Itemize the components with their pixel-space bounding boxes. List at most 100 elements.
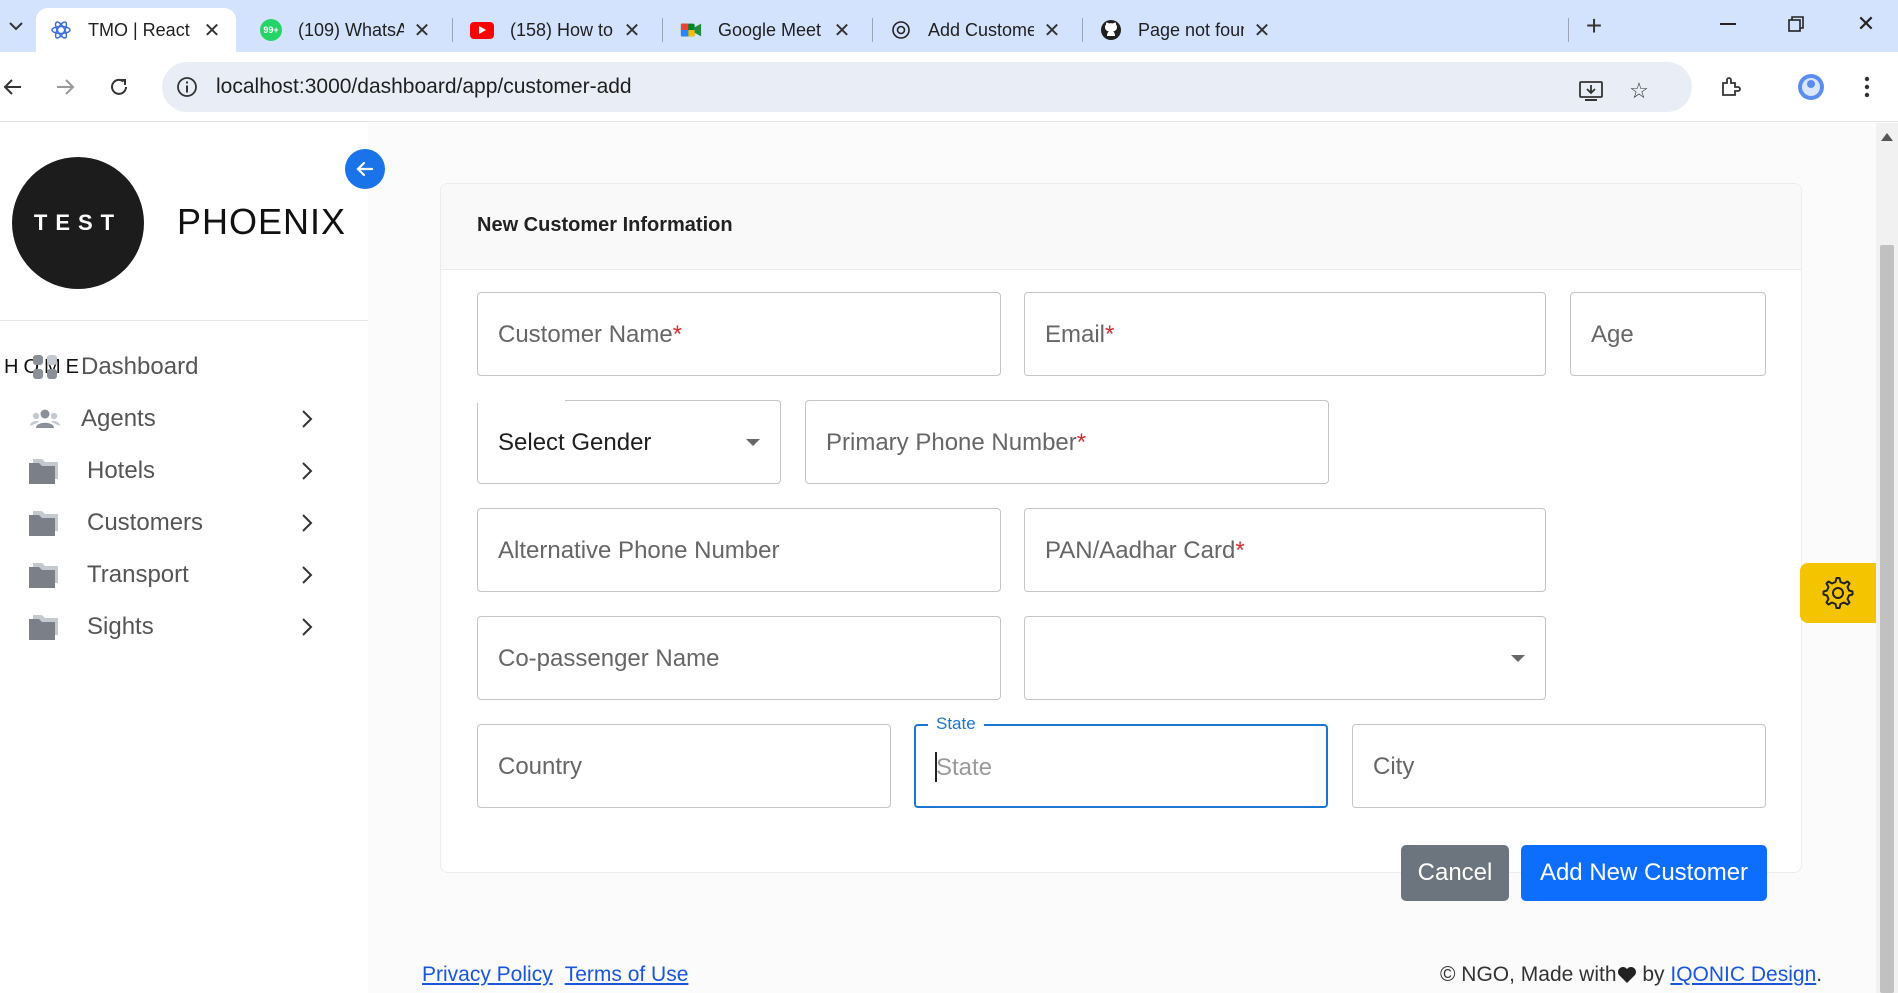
terms-of-use-link[interactable]: Terms of Use [565, 963, 689, 986]
url-text[interactable]: localhost:3000/dashboard/app/customer-ad… [216, 75, 632, 99]
cancel-button[interactable]: Cancel [1401, 845, 1509, 901]
sidebar-item-sights[interactable]: Sights [0, 601, 368, 653]
sidebar-item-hotels[interactable]: Hotels [0, 445, 368, 497]
privacy-policy-link[interactable]: Privacy Policy [422, 963, 553, 986]
state-floating-label: State [928, 714, 984, 734]
tab-separator [1082, 18, 1083, 42]
forward-icon[interactable] [48, 70, 82, 104]
reload-icon[interactable] [102, 70, 136, 104]
tab-add-customer-form[interactable]: Add Customer For ✕ [876, 8, 1076, 52]
sidebar-item-label: Sights [87, 613, 154, 640]
logo-text: TEST [33, 210, 123, 235]
folder-icon [28, 506, 62, 540]
new-tab-button[interactable]: + [1578, 10, 1610, 42]
caret-down-icon [1511, 655, 1525, 662]
country-field[interactable]: Country [477, 724, 891, 808]
iqonic-design-link[interactable]: IQONIC Design [1670, 963, 1816, 986]
age-field[interactable]: Age [1570, 292, 1766, 376]
back-icon[interactable] [0, 70, 30, 104]
install-app-icon[interactable] [1576, 76, 1606, 106]
sidebar: TEST PHOENIX HOME Dashboard Agents Hotel… [0, 123, 368, 993]
tab-separator [872, 18, 873, 42]
tab-youtube[interactable]: (158) How to Resol ✕ [456, 8, 656, 52]
gender-select[interactable]: Select Gender [477, 399, 781, 484]
sidebar-divider [0, 320, 368, 321]
bookmark-star-icon[interactable]: ☆ [1624, 76, 1654, 106]
pan-aadhar-field[interactable]: PAN/Aadhar Card* [1024, 508, 1546, 592]
restore-icon[interactable] [1776, 8, 1816, 40]
tab-title: Add Customer For [928, 19, 1034, 40]
users-icon [28, 402, 62, 436]
browser-menu-icon[interactable] [1852, 72, 1882, 102]
email-field[interactable]: Email* [1024, 292, 1546, 376]
state-placeholder: State [936, 754, 993, 781]
close-tab-icon[interactable]: ✕ [832, 18, 852, 43]
folder-icon [28, 558, 62, 592]
settings-button[interactable] [1800, 563, 1876, 623]
sidebar-item-transport[interactable]: Transport [0, 549, 368, 601]
country-placeholder: Country [498, 753, 583, 780]
close-tab-icon[interactable]: ✕ [1042, 18, 1062, 43]
close-tab-icon[interactable]: ✕ [412, 18, 432, 43]
google-meet-icon [680, 19, 702, 41]
browser-toolbar: localhost:3000/dashboard/app/customer-ad… [0, 52, 1898, 122]
grid-icon [28, 350, 62, 384]
tab-tmo-react-app[interactable]: TMO | React App R ✕ [36, 8, 236, 52]
page-viewport: TEST PHOENIX HOME Dashboard Agents Hotel… [0, 123, 1876, 993]
page-scrollbar[interactable] [1876, 123, 1898, 993]
tab-search-chevron-icon[interactable] [0, 8, 32, 44]
pan-aadhar-placeholder: PAN/Aadhar Card [1045, 537, 1236, 564]
arrow-left-icon [356, 161, 374, 177]
react-icon [50, 19, 72, 41]
youtube-icon [470, 21, 494, 39]
gender-selected-value: Select Gender [498, 429, 652, 456]
chevron-right-icon [296, 408, 318, 430]
sidebar-item-label: Customers [87, 509, 204, 536]
scrollbar-thumb[interactable] [1880, 245, 1894, 993]
tab-github[interactable]: Page not found · G ✕ [1086, 8, 1286, 52]
copassenger-name-field[interactable]: Co-passenger Name [477, 616, 1001, 700]
tab-whatsapp[interactable]: 99+ (109) WhatsApp ✕ [246, 8, 446, 52]
sidebar-collapse-button[interactable] [345, 149, 385, 189]
copyright-text: © NGO, Made with [1440, 963, 1617, 986]
add-new-customer-button[interactable]: Add New Customer [1521, 845, 1767, 901]
tab-title: (158) How to Resol [510, 19, 614, 40]
sidebar-item-agents[interactable]: Agents [0, 393, 368, 445]
logo[interactable]: TEST [12, 157, 144, 289]
tab-title: Page not found · G [1138, 19, 1244, 40]
card-header: New Customer Information [441, 184, 1801, 270]
customer-name-field[interactable]: Customer Name* [477, 292, 1001, 376]
state-field[interactable]: State State [914, 714, 1328, 808]
minimize-icon[interactable] [1708, 8, 1748, 40]
site-info-icon[interactable] [172, 72, 202, 102]
address-bar[interactable]: localhost:3000/dashboard/app/customer-ad… [162, 62, 1692, 112]
sidebar-item-customers[interactable]: Customers [0, 497, 368, 549]
extensions-icon[interactable] [1716, 72, 1746, 102]
whatsapp-icon: 99+ [260, 19, 282, 41]
tab-separator [662, 18, 663, 42]
tab-google-meet[interactable]: Google Meet ✕ [666, 8, 866, 52]
close-tab-icon[interactable]: ✕ [202, 18, 222, 43]
close-tab-icon[interactable]: ✕ [1252, 18, 1272, 43]
tab-separator [1568, 18, 1569, 42]
sidebar-item-label: Transport [87, 561, 189, 588]
sidebar-item-dashboard[interactable]: Dashboard [0, 341, 368, 393]
tab-title: Google Meet [718, 19, 822, 40]
folder-icon [28, 610, 62, 644]
close-window-icon[interactable]: ✕ [1846, 8, 1886, 40]
sidebar-item-label: Dashboard [81, 353, 199, 380]
sidebar-item-label: Hotels [87, 457, 156, 484]
city-field[interactable]: City [1352, 724, 1766, 808]
close-tab-icon[interactable]: ✕ [622, 18, 642, 43]
scroll-up-arrow-icon[interactable] [1881, 133, 1893, 141]
folder-icon [28, 454, 62, 488]
unlabeled-select[interactable] [1024, 616, 1546, 700]
customer-form-card: New Customer Information Customer Name* … [440, 183, 1802, 901]
primary-phone-field[interactable]: Primary Phone Number* [805, 400, 1329, 484]
required-mark: * [1105, 321, 1115, 348]
profile-avatar-icon[interactable] [1796, 72, 1826, 102]
alt-phone-field[interactable]: Alternative Phone Number [477, 508, 1001, 592]
footer-copyright: © NGO, Made with by IQONIC Design. [1440, 963, 1822, 987]
openai-icon [890, 19, 912, 41]
footer-period: . [1816, 963, 1823, 986]
